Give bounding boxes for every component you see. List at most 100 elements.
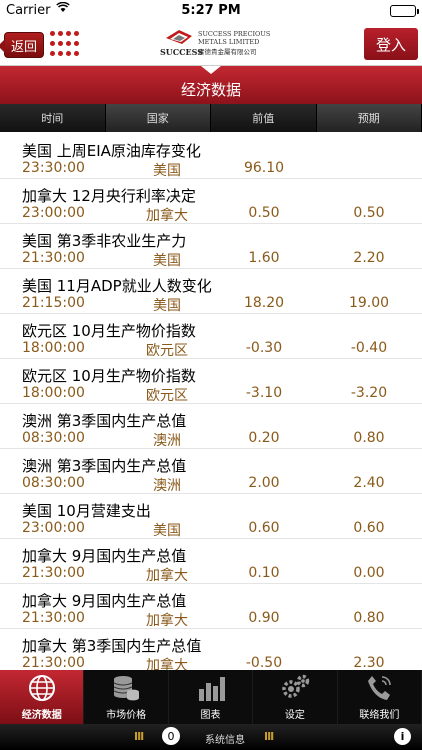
notch-arrow-icon — [201, 66, 221, 74]
list-item[interactable]: 加拿大 9月国内生产总值 21:30:00 加拿大 0.10 0.00 — [0, 539, 422, 584]
login-button[interactable]: 登入 — [364, 28, 418, 60]
system-info-bar[interactable]: III 0 系统信息 III i — [0, 724, 422, 750]
list-item[interactable]: 加拿大 9月国内生产总值 21:30:00 加拿大 0.90 0.80 — [0, 584, 422, 629]
system-info-label: 系统信息 — [205, 735, 245, 746]
menu-dots-icon[interactable] — [50, 31, 80, 59]
column-header-country[interactable]: 国家 — [105, 104, 211, 132]
company-logo: SUCCESS SUCCESS PRECIOUS METALS LIMITED … — [158, 26, 282, 62]
app-header: 返回 SUCCESS SUCCESS PRECIOUS METALS LIMIT… — [0, 22, 422, 66]
event-previous: -0.30 — [245, 340, 283, 356]
list-item[interactable]: 澳洲 第3季国内生产总值 08:30:00 澳洲 2.00 2.40 — [0, 449, 422, 494]
event-name: 澳洲 第3季国内生产总值 — [22, 412, 187, 430]
event-previous: -0.50 — [245, 655, 283, 670]
logo-line-1: SUCCESS PRECIOUS — [198, 30, 271, 38]
event-time: 21:30:00 — [22, 565, 85, 581]
column-header-previous[interactable]: 前值 — [211, 104, 317, 132]
event-previous: 18.20 — [243, 295, 285, 311]
event-country: 欧元区 — [146, 343, 188, 359]
tab-bar: 经济数据 市场价格 图表 设定 联络我们 — [0, 670, 422, 724]
event-forecast: 0.80 — [353, 430, 385, 446]
event-time: 18:00:00 — [22, 340, 85, 356]
list-item[interactable]: 美国 第3季非农业生产力 21:30:00 美国 1.60 2.20 — [0, 224, 422, 269]
event-time: 08:30:00 — [22, 475, 85, 491]
column-header-forecast[interactable]: 预期 — [316, 104, 422, 132]
list-item[interactable]: 美国 10月营建支出 23:00:00 美国 0.60 0.60 — [0, 494, 422, 539]
event-forecast: 19.00 — [348, 295, 390, 311]
event-previous: 0.50 — [248, 205, 280, 221]
event-forecast: 2.30 — [353, 655, 385, 670]
list-item[interactable]: 加拿大 第3季国内生产总值 21:30:00 加拿大 -0.50 2.30 — [0, 629, 422, 670]
tab-label: 市场价格 — [106, 710, 147, 721]
event-country: 加拿大 — [146, 658, 188, 670]
event-time: 23:00:00 — [22, 520, 85, 536]
marquee-right-icon: III — [264, 730, 274, 743]
event-name: 欧元区 10月生产物价指数 — [22, 322, 196, 340]
column-headers: 时间 国家 前值 预期 — [0, 104, 422, 132]
event-time: 21:15:00 — [22, 295, 85, 311]
logo-brand: SUCCESS — [160, 47, 203, 57]
event-name: 加拿大 第3季国内生产总值 — [22, 637, 202, 655]
list-item[interactable]: 欧元区 10月生产物价指数 18:00:00 欧元区 -3.10 -3.20 — [0, 359, 422, 404]
event-name: 美国 10月营建支出 — [22, 502, 151, 520]
event-time: 18:00:00 — [22, 385, 85, 401]
tab-contact-us[interactable]: 联络我们 — [338, 670, 422, 724]
logo-line-3: 實德貴金屬有限公司 — [198, 48, 257, 56]
event-time: 21:30:00 — [22, 655, 85, 670]
event-forecast: -3.20 — [350, 385, 388, 401]
event-country: 欧元区 — [146, 388, 188, 404]
bar-chart-icon — [194, 673, 228, 703]
event-previous: 0.90 — [248, 610, 280, 626]
clock: 5:27 PM — [181, 3, 241, 18]
tab-label: 设定 — [284, 710, 305, 721]
info-icon[interactable]: i — [394, 728, 411, 745]
event-name: 美国 11月ADP就业人数变化 — [22, 277, 212, 295]
event-previous: 0.60 — [248, 520, 280, 536]
event-previous: 0.10 — [248, 565, 280, 581]
column-header-time[interactable]: 时间 — [0, 104, 106, 132]
event-previous: 2.00 — [248, 475, 280, 491]
event-time: 21:30:00 — [22, 610, 85, 626]
title-bar: 经济数据 — [0, 66, 422, 104]
event-name: 加拿大 9月国内生产总值 — [22, 592, 187, 610]
event-time: 23:00:00 — [22, 205, 85, 221]
event-previous: 96.10 — [243, 160, 285, 176]
list-item[interactable]: 澳洲 第3季国内生产总值 08:30:00 澳洲 0.20 0.80 — [0, 404, 422, 449]
economic-data-list[interactable]: 美国 上周EIA原油库存变化 23:30:00 美国 96.10 加拿大 12月… — [0, 134, 422, 670]
list-item[interactable]: 美国 11月ADP就业人数变化 21:15:00 美国 18.20 19.00 — [0, 269, 422, 314]
back-button[interactable]: 返回 — [0, 32, 44, 58]
phone-icon — [362, 673, 396, 703]
event-country: 加拿大 — [146, 613, 188, 629]
tab-market-prices[interactable]: 市场价格 — [84, 670, 169, 724]
event-country: 美国 — [153, 253, 181, 269]
event-name: 美国 上周EIA原油库存变化 — [22, 142, 201, 160]
logo-line-2: METALS LIMITED — [198, 38, 260, 46]
event-country: 澳洲 — [153, 433, 181, 449]
list-item[interactable]: 欧元区 10月生产物价指数 18:00:00 欧元区 -0.30 -0.40 — [0, 314, 422, 359]
event-forecast: 2.40 — [353, 475, 385, 491]
event-name: 澳洲 第3季国内生产总值 — [22, 457, 187, 475]
event-previous: -3.10 — [245, 385, 283, 401]
event-country: 澳洲 — [153, 478, 181, 494]
event-time: 21:30:00 — [22, 250, 85, 266]
logo-mark-icon — [166, 30, 192, 44]
tab-label: 经济数据 — [21, 710, 62, 721]
event-name: 美国 第3季非农业生产力 — [22, 232, 187, 250]
list-item[interactable]: 美国 上周EIA原油库存变化 23:30:00 美国 96.10 — [0, 134, 422, 179]
tab-economic-data[interactable]: 经济数据 — [0, 670, 85, 724]
tab-label: 联络我们 — [359, 710, 400, 721]
list-item[interactable]: 加拿大 12月央行利率决定 23:00:00 加拿大 0.50 0.50 — [0, 179, 422, 224]
status-bar: Carrier 5:27 PM — [0, 0, 422, 22]
event-previous: 1.60 — [248, 250, 280, 266]
tab-settings[interactable]: 设定 — [253, 670, 338, 724]
event-time: 08:30:00 — [22, 430, 85, 446]
globe-icon — [25, 673, 59, 703]
event-name: 加拿大 9月国内生产总值 — [22, 547, 187, 565]
event-time: 23:30:00 — [22, 160, 85, 176]
battery-icon — [390, 5, 419, 17]
tab-charts[interactable]: 图表 — [169, 670, 254, 724]
event-forecast: 2.20 — [353, 250, 385, 266]
gears-icon — [278, 673, 312, 703]
page-title: 经济数据 — [180, 81, 241, 99]
coins-icon — [109, 673, 143, 703]
event-name: 欧元区 10月生产物价指数 — [22, 367, 196, 385]
